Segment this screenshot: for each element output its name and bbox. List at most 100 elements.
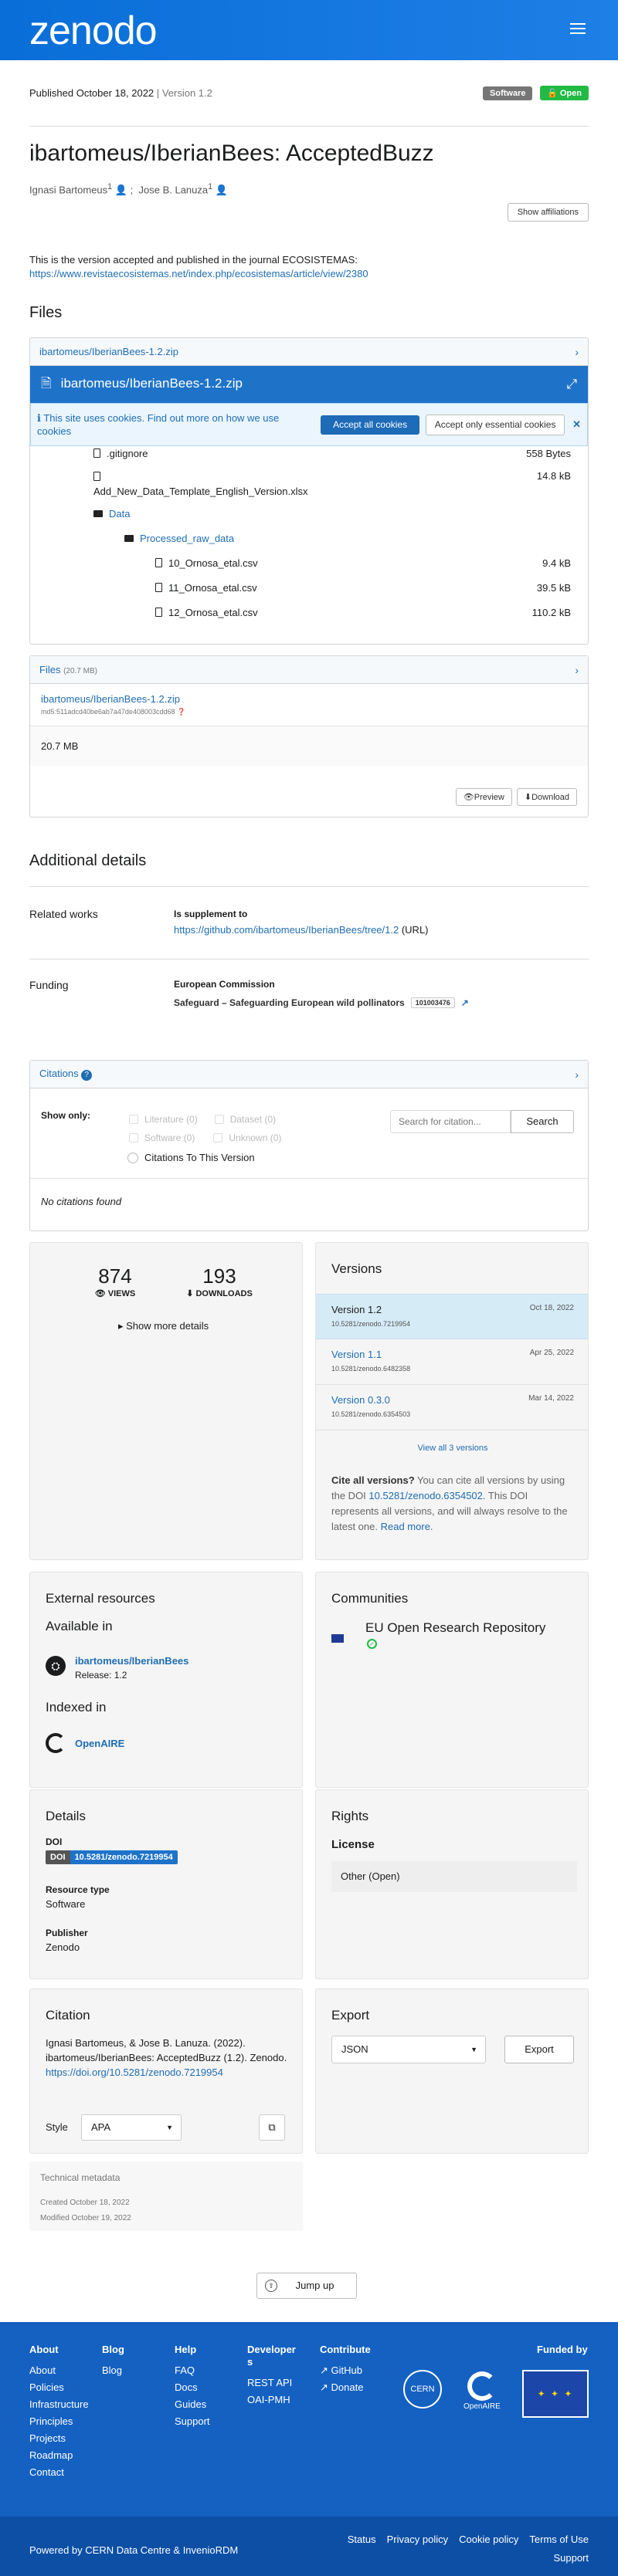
help-icon[interactable]: ? (81, 1070, 93, 1081)
external-resources-card: External resources Available in ⛭ ibarto… (29, 1572, 303, 1788)
footer-link[interactable]: ↗ Donate (320, 2379, 371, 2396)
eu-flag-icon: ✦ ✦ ✦ (522, 2370, 589, 2418)
tree-file[interactable]: 10_Ornosa_etal.csv 9.4 kB (93, 550, 588, 575)
footer-link[interactable]: Guides (175, 2396, 210, 2413)
citations-header[interactable]: Citations ? › (30, 1061, 588, 1088)
dataset-filter[interactable]: Dataset (0) (214, 1114, 276, 1125)
footer-bottom-link[interactable]: Support (553, 2549, 589, 2568)
community-link[interactable]: EU Open Research Repository (365, 1620, 545, 1636)
views-count: 874 (98, 1264, 132, 1288)
file-size: 20.7 MB (30, 726, 588, 766)
files-list-header[interactable]: Files (20.7 MB) › (30, 656, 588, 684)
export-button[interactable]: Export (504, 2036, 574, 2063)
license-item[interactable]: Other (Open) (331, 1861, 577, 1892)
file-icon (155, 558, 162, 567)
footer-link[interactable]: Infrastructure (29, 2396, 89, 2413)
footer-link[interactable]: Policies (29, 2379, 89, 2396)
menu-icon[interactable] (570, 23, 586, 34)
record-description: This is the version accepted and publish… (29, 254, 368, 279)
footer-link[interactable]: OAI-PMH (247, 2392, 298, 2408)
citation-doi-link[interactable]: https://doi.org/10.5281/zenodo.7219954 (46, 2067, 223, 2078)
version-item-current[interactable]: Version 1.2 10.5281/zenodo.7219954 Oct 1… (316, 1294, 588, 1339)
show-affiliations-button[interactable]: Show affiliations (507, 203, 589, 222)
accept-all-cookies-button[interactable]: Accept all cookies (321, 415, 420, 435)
tree-file[interactable]: .gitignore 558 Bytes (93, 441, 588, 465)
file-icon (93, 472, 100, 481)
preview-button[interactable]: 👁 Preview (455, 788, 512, 806)
creator-name[interactable]: Ignasi Bartomeus (29, 184, 107, 195)
view-all-versions-link[interactable]: View all 3 versions (316, 1444, 588, 1453)
cookie-text[interactable]: This site uses cookies. Find out more on… (37, 412, 279, 437)
help-icon[interactable]: ❓ (177, 708, 185, 716)
powered-by: Powered by CERN Data Centre & InvenioRDM (29, 2544, 239, 2556)
literature-filter[interactable]: Literature (0) (129, 1114, 198, 1125)
github-icon: ⛭ (46, 1656, 66, 1676)
export-format-select[interactable]: JSON ▼ (331, 2036, 486, 2063)
zenodo-logo[interactable]: zenodo (29, 8, 158, 54)
files-heading: Files (29, 304, 63, 321)
version-item[interactable]: Version 0.3.0 10.5281/zenodo.6354503 Mar… (316, 1385, 588, 1430)
chevron-right-icon: › (575, 1068, 579, 1081)
footer-link[interactable]: Contact (29, 2464, 89, 2481)
citation-search-input[interactable] (390, 1110, 511, 1133)
footer-link[interactable]: FAQ (175, 2362, 210, 2379)
footer-link[interactable]: Support (175, 2413, 210, 2430)
file-icon: 🗎 (41, 375, 52, 391)
footer-link[interactable]: ↗ GitHub (320, 2362, 371, 2379)
footer-link[interactable]: Blog (102, 2362, 124, 2379)
file-tree: .gitignore 558 Bytes Add_New_Data_Template… (30, 441, 588, 625)
citation-text: Ignasi Bartomeus, & Jose B. Lanuza. (202… (46, 2037, 287, 2078)
person-icon: 👤 (114, 184, 128, 196)
footer-bottom-link[interactable]: Status (348, 2530, 376, 2549)
creator-name[interactable]: Jose B. Lanuza (139, 184, 209, 195)
citation-style-select[interactable]: APA ▼ (81, 2114, 182, 2141)
expand-icon[interactable]: ⤢ (566, 377, 577, 392)
doi-badge[interactable]: DOI 10.5281/zenodo.7219954 (46, 1850, 178, 1864)
footer-bottom-link[interactable]: Terms of Use (529, 2530, 589, 2549)
footer-link[interactable]: Docs (175, 2379, 210, 2396)
github-repo-link[interactable]: ibartomeus/IberianBees (75, 1655, 188, 1667)
footer-bottom-link[interactable]: Cookie policy (459, 2530, 518, 2549)
unknown-filter[interactable]: Unknown (0) (213, 1132, 281, 1143)
tree-folder[interactable]: Processed_raw_data (93, 526, 588, 550)
external-link-icon[interactable]: ↗ (461, 997, 469, 1008)
citation-search-button[interactable]: Search (511, 1110, 574, 1133)
footer-link[interactable]: Principles (29, 2413, 89, 2430)
tree-file[interactable]: Add_New_Data_Template_English_Version.xl… (93, 465, 588, 501)
read-more-link[interactable]: Read more. (381, 1521, 433, 1532)
footer-link[interactable]: Roadmap (29, 2447, 89, 2464)
jump-up-button[interactable]: ⇧ Jump up (256, 2273, 357, 2299)
related-work-link[interactable]: https://github.com/ibartomeus/IberianBee… (174, 924, 399, 936)
accept-essential-cookies-button[interactable]: Accept only essential cookies (426, 414, 565, 435)
show-more-details-toggle[interactable]: ▸ Show more details (118, 1320, 209, 1332)
footer-bottom-link[interactable]: Privacy policy (387, 2530, 448, 2549)
footer-link[interactable]: About (29, 2362, 89, 2379)
versions-title: Versions (331, 1261, 382, 1276)
tree-file[interactable]: 11_Ornosa_etal.csv 39.5 kB (93, 575, 588, 600)
tree-file[interactable]: 12_Ornosa_etal.csv 110.2 kB (93, 600, 588, 625)
file-link[interactable]: ibartomeus/IberianBees-1.2.zip (41, 693, 180, 705)
person-icon: 👤 (215, 184, 228, 196)
concept-doi-link[interactable]: 10.5281/zenodo.6354502 (368, 1490, 482, 1501)
citations-to-this-version-toggle[interactable]: Citations To This Version (127, 1152, 255, 1163)
file-preview-accordion-header[interactable]: ibartomeus/IberianBees-1.2.zip › (30, 338, 588, 366)
footer-link[interactable]: Projects (29, 2430, 89, 2447)
cern-logo[interactable]: CERN (403, 2370, 442, 2408)
published-date: Published October 18, 2022 (29, 87, 154, 99)
copy-icon[interactable]: ⧉ (259, 2114, 285, 2141)
cite-all-versions-text: Cite all versions? You can cite all vers… (331, 1474, 568, 1532)
download-icon: ⬇ (186, 1289, 196, 1298)
openaire-logo[interactable]: OpenAIRE (464, 2371, 501, 2411)
download-button[interactable]: ⬇ Download (516, 788, 577, 806)
close-icon[interactable]: ✕ (572, 418, 581, 431)
description-link[interactable]: https://www.revistaecosistemas.net/index… (29, 268, 368, 279)
heart-icon: ↗ (320, 2381, 331, 2393)
chevron-right-icon: › (575, 345, 579, 358)
eu-flag-icon (331, 1634, 344, 1643)
footer-link[interactable]: REST API (247, 2375, 298, 2392)
openaire-link[interactable]: OpenAIRE (75, 1738, 124, 1749)
preview-title-bar: 🗎 ibartomeus/IberianBees-1.2.zip ⤢ (30, 366, 588, 403)
tree-folder[interactable]: Data (93, 501, 588, 526)
version-item[interactable]: Version 1.1 10.5281/zenodo.6482358 Apr 2… (316, 1339, 588, 1385)
software-filter[interactable]: Software (0) (129, 1132, 195, 1143)
